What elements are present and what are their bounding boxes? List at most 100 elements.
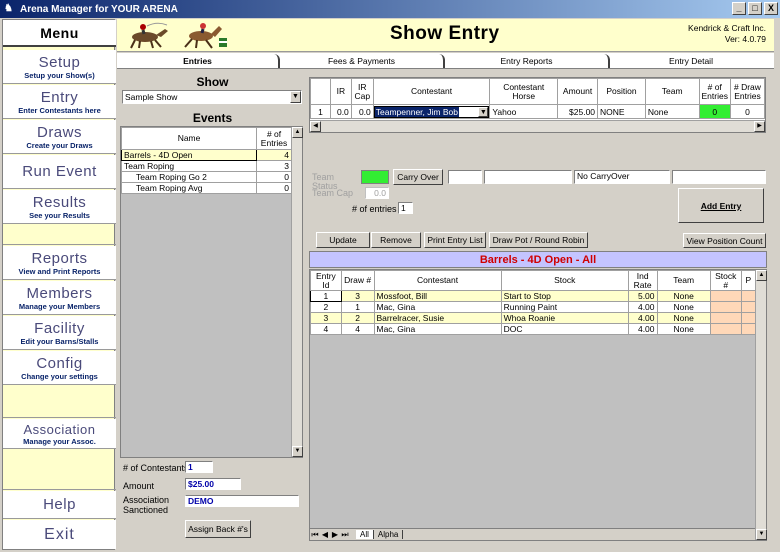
tab-fees-payments[interactable]: Fees & Payments [280, 54, 445, 68]
chevron-down-icon[interactable]: ▼ [290, 91, 301, 103]
remove-button[interactable]: Remove [371, 232, 421, 248]
add-entry-button[interactable]: Add Entry [678, 188, 764, 223]
menu-draws[interactable]: Draws Create your Draws [3, 120, 116, 154]
entry-hscroll[interactable]: ◀ ▶ [310, 120, 765, 132]
contestant-combo[interactable]: Teampenner, Jim Bob ▼ [372, 104, 491, 119]
draw-grid: Entry Id Draw # Contestant Stock Ind Rat… [309, 269, 767, 541]
entry-grid: IR IR Cap Contestant Contestant Horse Am… [309, 77, 766, 133]
draw-row[interactable]: 3 2 Barrelracer, Susie Whoa Roanie 4.00 … [310, 312, 757, 324]
menu-reports[interactable]: Reports View and Print Reports [3, 246, 116, 280]
tab-entry-detail[interactable]: Entry Detail [610, 54, 772, 68]
scroll-up-icon[interactable]: ▲ [756, 270, 767, 281]
tab-all[interactable]: All [356, 530, 374, 539]
contestants-label: # of Contestants [123, 463, 189, 473]
menu-title: Menu [3, 20, 116, 47]
scroll-left-icon[interactable]: ◀ [310, 121, 321, 132]
menu-association[interactable]: Association Manage your Assoc. [3, 419, 116, 449]
view-position-count-button[interactable]: View Position Count [683, 233, 766, 248]
events-col-name: Name [120, 127, 258, 150]
next-record-icon[interactable]: ▶ [330, 530, 340, 539]
menu-facility[interactable]: Facility Edit your Barns/Stalls [3, 316, 116, 350]
draw-footer: ⏮ ◀ ▶ ⏭ All Alpha [310, 528, 755, 540]
tab-alpha[interactable]: Alpha [374, 530, 404, 539]
minimize-button[interactable]: _ [732, 2, 746, 15]
company-info: Kendrick & Craft Inc. Ver: 4.0.79 [688, 23, 766, 44]
carry-field-2[interactable] [484, 170, 572, 184]
menu-members[interactable]: Members Manage your Members [3, 281, 116, 315]
draw-row[interactable]: 1 3 Mossfoot, Bill Start to Stop 5.00 No… [310, 290, 757, 302]
entry-row[interactable]: 1 0.0 0.0 Teampenner, Jim Bob ▼ Yahoo $2… [310, 104, 766, 119]
side-menu: Menu Setup Setup your Show(s) Entry Enter … [2, 19, 116, 550]
col-ir-cap: IR Cap [350, 78, 374, 105]
col-contestant: Contestant [372, 78, 491, 105]
tab-strip: Entries Fees & Payments Entry Reports En… [117, 53, 774, 69]
event-row[interactable]: Team Roping Go 2 0 [120, 171, 292, 183]
roping-horse-icon [130, 22, 168, 49]
tab-entries[interactable]: Entries [117, 54, 280, 68]
draw-row[interactable]: 2 1 Mac, Gina Running Paint 4.00 None [310, 301, 757, 313]
menu-config[interactable]: Config Change your settings [3, 351, 116, 385]
carry-field-3[interactable] [672, 170, 766, 184]
menu-results[interactable]: Results See your Results [3, 190, 116, 224]
carry-over-button[interactable]: Carry Over [393, 169, 443, 185]
col-p: P [740, 270, 757, 291]
scroll-right-icon[interactable]: ▶ [754, 121, 765, 132]
menu-spacer [3, 386, 116, 418]
carry-field-1[interactable] [448, 170, 482, 184]
amount-field[interactable]: $25.00 [185, 478, 241, 490]
scroll-up-icon[interactable]: ▲ [292, 127, 303, 138]
events-scrollbar[interactable]: ▲ ▼ [291, 127, 303, 457]
update-button[interactable]: Update [316, 232, 370, 248]
maximize-button[interactable]: □ [748, 2, 762, 15]
col-entry-id: Entry Id [310, 270, 342, 291]
col-ir: IR [329, 78, 352, 105]
event-row[interactable]: Team Roping 3 [120, 160, 292, 172]
team-status-indicator [361, 170, 389, 184]
col-team: Team [656, 270, 711, 291]
menu-setup[interactable]: Setup Setup your Show(s) [3, 50, 116, 84]
draw-pot-button[interactable]: Draw Pot / Round Robin [489, 232, 588, 248]
page-header: Show Entry Kendrick & Craft Inc. Ver: 4.… [117, 19, 774, 52]
draw-vscroll[interactable]: ▲ ▼ [755, 270, 767, 540]
col-stock-num: Stock # [709, 270, 742, 291]
entries-count-field[interactable]: 1 [398, 202, 413, 214]
close-button[interactable]: X [764, 2, 778, 15]
first-record-icon[interactable]: ⏮ [310, 530, 320, 540]
window-titlebar: ♞ Arena Manager for YOUR ARENA _ □ X [0, 0, 780, 18]
show-select[interactable]: Sample Show ▼ [122, 90, 302, 104]
events-grid: Name # of Entries Barrels - 4D Open 4 Te… [120, 126, 303, 458]
scroll-down-icon[interactable]: ▼ [756, 529, 767, 540]
menu-run-event[interactable]: Run Event [3, 155, 116, 189]
menu-exit[interactable]: Exit [3, 520, 116, 549]
barrel-horse-icon [184, 23, 227, 49]
show-heading: Show [196, 75, 229, 89]
col-position: Position [597, 78, 646, 105]
col-draw-entries: # Draw Entries [729, 78, 766, 105]
last-record-icon[interactable]: ⏭ [340, 530, 350, 540]
print-entry-list-button[interactable]: Print Entry List [424, 232, 486, 248]
menu-help[interactable]: Help [3, 491, 116, 519]
menu-spacer [3, 225, 116, 245]
assoc-field[interactable]: DEMO [185, 495, 299, 507]
tab-entry-reports[interactable]: Entry Reports [445, 54, 610, 68]
col-entries: # of Entries [698, 78, 731, 105]
event-row[interactable]: Team Roping Avg 0 [120, 182, 292, 194]
scroll-down-icon[interactable]: ▼ [292, 446, 303, 457]
menu-spacer [3, 450, 116, 490]
col-stock: Stock [500, 270, 629, 291]
col-draw-num: Draw # [340, 270, 375, 291]
team-cap-label: Team Cap [312, 188, 354, 198]
window-title: Arena Manager for YOUR ARENA [20, 3, 178, 15]
chevron-down-icon[interactable]: ▼ [478, 106, 489, 117]
col-ind-rate: Ind Rate [627, 270, 658, 291]
assign-back-button[interactable]: Assign Back #'s [185, 520, 251, 538]
team-cap-field[interactable]: 0.0 [365, 187, 389, 199]
draw-row[interactable]: 4 4 Mac, Gina DOC 4.00 None [310, 323, 757, 335]
menu-entry[interactable]: Entry Enter Contestants here [3, 85, 116, 119]
app-icon: ♞ [4, 3, 13, 14]
event-row[interactable]: Barrels - 4D Open 4 [120, 149, 292, 161]
col-team: Team [644, 78, 700, 105]
contestants-field[interactable]: 1 [185, 461, 213, 473]
col-contestant: Contestant [373, 270, 502, 291]
prev-record-icon[interactable]: ◀ [320, 530, 330, 539]
